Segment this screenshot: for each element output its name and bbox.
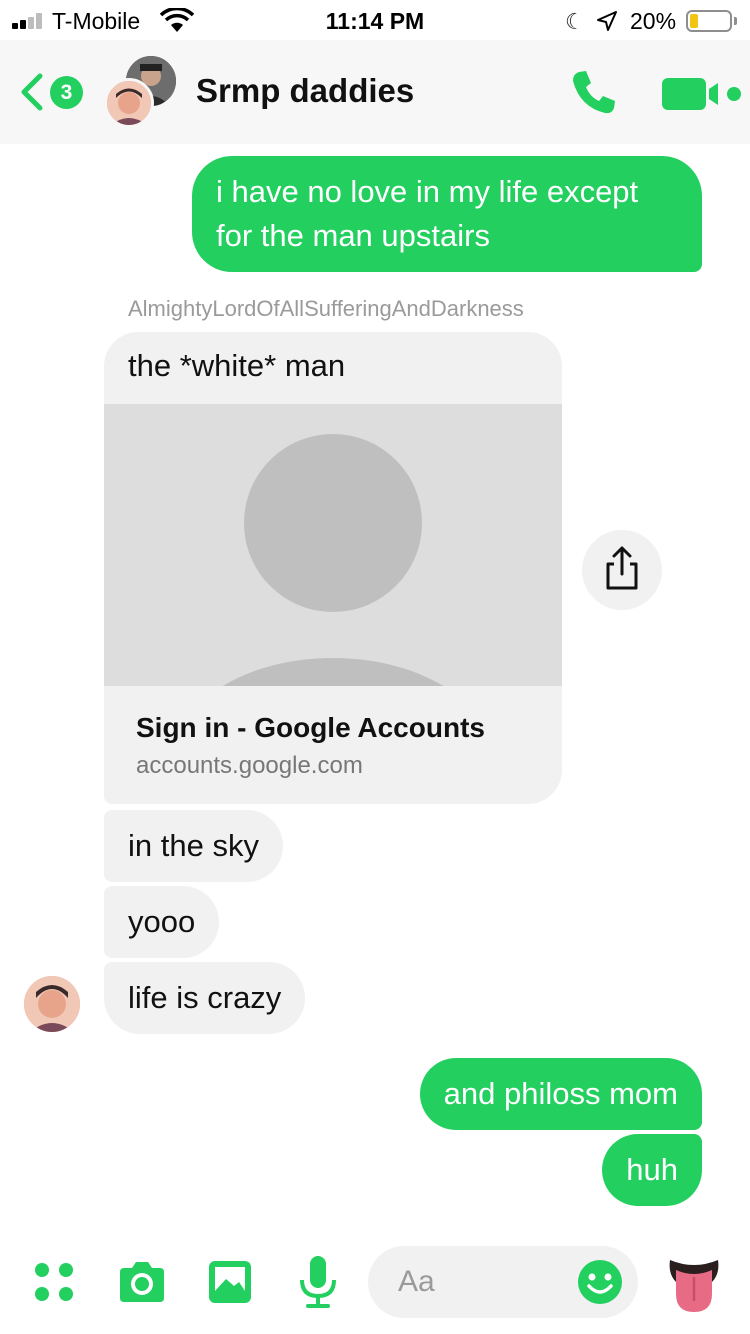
link-preview-image xyxy=(104,404,562,686)
avatar-photo xyxy=(24,976,80,1032)
placeholder-body xyxy=(174,658,492,686)
outgoing-message[interactable]: and philoss mom xyxy=(419,1058,702,1130)
incoming-message[interactable]: in the sky xyxy=(104,810,283,882)
emoji-icon[interactable] xyxy=(576,1258,624,1306)
incoming-message[interactable]: yooo xyxy=(104,886,220,958)
battery-tip xyxy=(734,17,737,25)
placeholder-head xyxy=(244,434,422,612)
apps-icon[interactable] xyxy=(32,1260,76,1304)
message-text: the *white* man xyxy=(128,348,346,383)
link-title: Sign in - Google Accounts xyxy=(136,712,485,743)
phone-icon[interactable] xyxy=(568,66,620,118)
outgoing-message[interactable]: i have no love in my life except for the… xyxy=(192,156,702,272)
tongue-emoji-icon[interactable] xyxy=(668,1256,720,1314)
avatar-photo xyxy=(107,81,151,125)
group-member-avatar[interactable] xyxy=(104,78,154,128)
incoming-message[interactable]: life is crazy xyxy=(104,962,306,1034)
unread-count-badge: 3 xyxy=(50,76,83,109)
message-input[interactable] xyxy=(398,1258,578,1306)
gallery-icon[interactable] xyxy=(206,1258,254,1306)
video-camera-icon[interactable] xyxy=(660,74,744,114)
status-bar: T-Mobile 11:14 PM ☾ 20% xyxy=(0,0,750,40)
do-not-disturb-icon: ☾ xyxy=(565,9,585,34)
conversation-title[interactable]: Srmp daddies xyxy=(196,72,414,110)
battery-level-fill xyxy=(690,14,698,28)
share-button[interactable] xyxy=(582,530,662,610)
battery-percentage: 20% xyxy=(630,8,677,34)
microphone-icon[interactable] xyxy=(298,1254,338,1310)
sender-name: AlmightyLordOfAllSufferingAndDarkness xyxy=(128,296,524,321)
composer-toolbar xyxy=(0,1228,750,1334)
camera-icon[interactable] xyxy=(116,1258,168,1306)
conversation-header: 3 Srmp daddies xyxy=(0,40,750,144)
back-button[interactable]: 3 xyxy=(16,68,88,116)
link-preview-message[interactable]: the *white* man Sign in - Google Account… xyxy=(104,332,562,804)
link-domain: accounts.google.com xyxy=(136,752,363,779)
location-arrow-icon xyxy=(597,11,617,31)
share-icon xyxy=(606,546,638,590)
outgoing-message[interactable]: huh xyxy=(602,1134,702,1206)
back-chevron-icon xyxy=(21,73,43,111)
battery-icon xyxy=(686,10,732,32)
sender-avatar[interactable] xyxy=(24,976,80,1032)
message-composer[interactable] xyxy=(368,1246,638,1318)
